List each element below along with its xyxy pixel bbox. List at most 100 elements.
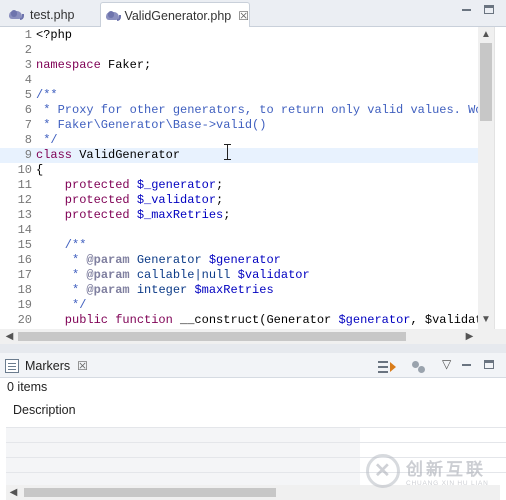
code-line[interactable]: 11 protected $_generator; — [0, 178, 478, 193]
code-text: protected $_maxRetries; — [36, 208, 231, 223]
code-line[interactable]: 5 /** — [0, 88, 478, 103]
scroll-up-icon[interactable]: ▲ — [478, 27, 494, 42]
code-token: ; — [216, 193, 224, 207]
line-number: 16 — [17, 253, 32, 267]
code-token: , $validato — [410, 313, 478, 327]
line-number: 1 — [24, 28, 32, 42]
code-token: /** — [36, 88, 58, 102]
code-line[interactable]: 7 * Faker\Generator\Base->valid() — [0, 118, 478, 133]
code-token: Faker; — [100, 58, 152, 72]
code-editor[interactable]: 1 <?php 2 3 namespace Faker; 4 5/** 6 * Proxy f… — [0, 27, 506, 329]
code-token: */ — [36, 133, 58, 147]
tab-label: Markers — [25, 359, 71, 373]
tab-markers[interactable]: Markers ☒ — [5, 356, 88, 376]
line-number: 9 — [24, 148, 32, 162]
line-number: 18 — [17, 283, 32, 297]
code-token: * — [36, 283, 87, 297]
code-token: Generator — [129, 253, 202, 267]
line-number: 2 — [24, 43, 32, 57]
code-token: @param — [86, 283, 130, 297]
line-number: 3 — [24, 58, 32, 72]
code-line[interactable]: 2 — [0, 43, 478, 58]
code-token: @param — [86, 253, 130, 267]
code-token: $_generator — [129, 178, 217, 192]
horizontal-scrollbar[interactable]: ◀ ▶ — [0, 329, 506, 344]
code-token: protected — [36, 178, 130, 192]
code-text: * Proxy for other generators, to return … — [36, 103, 478, 118]
code-line[interactable]: 18 * @param integer $maxRetries — [0, 283, 478, 298]
code-token: * — [36, 268, 87, 282]
tab-label: ValidGenerator.php — [124, 8, 232, 23]
code-line[interactable]: 19 */ — [0, 298, 478, 313]
minimize-icon[interactable] — [462, 360, 474, 372]
code-token: /** — [36, 238, 87, 252]
code-token: class — [36, 148, 73, 162]
scroll-right-icon[interactable]: ▶ — [462, 329, 477, 344]
scroll-thumb[interactable] — [18, 332, 406, 341]
code-token: ValidGenerator — [72, 148, 181, 162]
code-token: */ — [36, 298, 87, 312]
row-divider — [6, 427, 506, 428]
close-icon[interactable]: ☒ — [77, 359, 88, 373]
code-text: */ — [36, 133, 58, 148]
code-text: <?php — [36, 28, 72, 43]
code-line[interactable]: 12 protected $_validator; — [0, 193, 478, 208]
row-divider — [6, 442, 506, 443]
view-sash[interactable] — [0, 344, 506, 353]
watermark-text-cn: 创新互联 — [406, 460, 486, 479]
filter-icon[interactable] — [378, 360, 398, 374]
code-text: */ — [36, 298, 86, 313]
code-line[interactable]: 17 * @param callable|null $validator — [0, 268, 478, 283]
code-line[interactable]: 13 protected $_maxRetries; — [0, 208, 478, 223]
line-number: 12 — [17, 193, 32, 207]
code-text: { — [36, 163, 43, 178]
code-line[interactable]: 1 <?php — [0, 28, 478, 43]
code-token: * Proxy for other generators, to return … — [36, 103, 478, 117]
line-number: 10 — [17, 163, 32, 177]
items-count: 0 items — [7, 380, 48, 394]
scroll-left-icon[interactable]: ◀ — [6, 485, 21, 500]
scroll-left-icon[interactable]: ◀ — [2, 329, 17, 344]
code-text: /** — [36, 88, 58, 103]
code-text: public function __construct(Generator $g… — [36, 313, 478, 328]
line-number: 4 — [24, 73, 32, 87]
vertical-scrollbar[interactable]: ▲ ▼ — [478, 27, 494, 329]
maximize-icon[interactable] — [484, 360, 496, 372]
line-number: 13 — [17, 208, 32, 222]
code-line[interactable]: 16 * @param Generator $generator — [0, 253, 478, 268]
code-line[interactable]: 14 — [0, 223, 478, 238]
close-icon[interactable]: ☒ — [238, 9, 249, 23]
line-number: 17 — [17, 268, 32, 282]
code-line[interactable]: 20 public function __construct(Generator… — [0, 313, 478, 328]
line-number: 14 — [17, 223, 32, 237]
code-text: class ValidGenerator — [36, 148, 180, 163]
scroll-down-icon[interactable]: ▼ — [478, 312, 494, 327]
code-token: $_validator — [129, 193, 217, 207]
tab-test-php[interactable]: test.php — [6, 2, 98, 27]
column-header-label: Description — [13, 403, 76, 417]
scroll-thumb[interactable] — [24, 488, 276, 497]
line-number: 11 — [17, 178, 32, 192]
code-token: callable|null — [129, 268, 231, 282]
code-token: $validator — [230, 268, 310, 282]
code-line[interactable]: 3 namespace Faker; — [0, 58, 478, 73]
scroll-thumb[interactable] — [480, 43, 492, 121]
code-token: ; — [223, 208, 231, 222]
minimize-icon[interactable] — [462, 5, 474, 17]
code-line[interactable]: 8 */ — [0, 133, 478, 148]
code-line[interactable]: 9 class ValidGenerator — [0, 148, 478, 163]
code-line[interactable]: 10 { — [0, 163, 478, 178]
line-number: 5 — [24, 88, 32, 102]
tab-validgenerator-php[interactable]: ValidGenerator.php ☒ — [100, 2, 250, 28]
tab-label: test.php — [30, 7, 75, 22]
view-menu-icon[interactable]: ▽ — [442, 357, 451, 371]
code-token: $_maxRetries — [129, 208, 224, 222]
maximize-icon[interactable] — [484, 5, 496, 17]
column-header-description[interactable]: Description — [6, 395, 360, 427]
code-line[interactable]: 6 * Proxy for other generators, to retur… — [0, 103, 478, 118]
code-line[interactable]: 4 — [0, 73, 478, 88]
code-text: protected $_generator; — [36, 178, 223, 193]
line-number: 8 — [24, 133, 32, 147]
group-by-icon[interactable] — [412, 360, 428, 374]
code-line[interactable]: 15 /** — [0, 238, 478, 253]
